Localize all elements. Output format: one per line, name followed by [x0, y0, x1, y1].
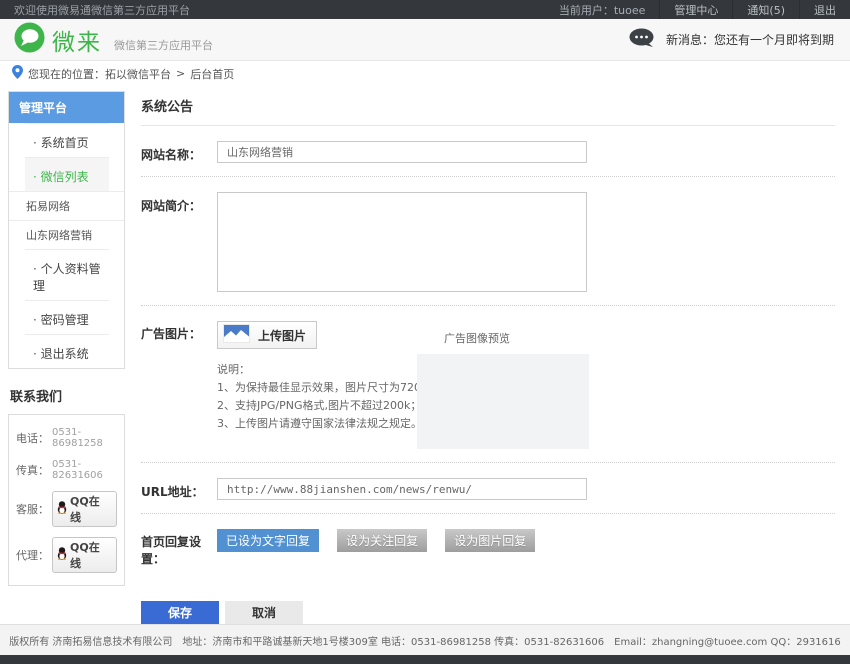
location-pin-icon — [12, 65, 23, 82]
contact-agent-row: 代理： QQ在线 — [16, 537, 117, 573]
fax-value: 0531-82631606 — [52, 459, 117, 481]
phone-label: 电话： — [16, 430, 49, 446]
service-label: 客服： — [16, 501, 49, 517]
notifications-link[interactable]: 通知(5) — [732, 0, 799, 19]
topbar: 欢迎使用微易通微信第三方应用平台 当前用户：tuoee 管理中心 通知(5) 退… — [0, 0, 850, 19]
follow-reply-button[interactable]: 设为关注回复 — [337, 529, 427, 552]
agent-label: 代理： — [16, 547, 49, 563]
sidebar-menu: 管理平台 系统首页 微信列表 拓易网络 山东网络营销 个人资料管理 密码管理 退… — [8, 91, 125, 369]
note-line: 2、支持JPG/PNG格式,图片不超过200k； — [217, 397, 417, 414]
image-reply-button[interactable]: 设为图片回复 — [445, 529, 535, 552]
contact-phone-row: 电话： 0531-86981258 — [16, 427, 117, 449]
fax-label: 传真： — [16, 462, 49, 478]
sidebar-subitem-tuoyi-network[interactable]: 拓易网络 — [9, 191, 124, 220]
breadcrumb-current[interactable]: 后台首页 — [190, 66, 234, 82]
note-line: 3、上传图片请遵守国家法律法规之规定。 — [217, 415, 417, 432]
copyright-text: 版权所有 济南拓易信息技术有限公司 地址：济南市和平路诚基新天地1号楼309室 … — [9, 633, 841, 648]
footer: 版权所有 济南拓易信息技术有限公司 地址：济南市和平路诚基新天地1号楼309室 … — [0, 624, 850, 655]
sidebar-subitem-shandong-marketing[interactable]: 山东网络营销 — [9, 220, 124, 249]
site-intro-row: 网站简介： — [141, 192, 835, 292]
ad-preview-column: 广告图像预览 — [417, 321, 589, 449]
site-name-row: 网站名称： — [141, 141, 835, 163]
sidebar-item-wechat-list[interactable]: 微信列表 — [25, 157, 109, 191]
url-row: URL地址： — [141, 478, 835, 500]
page-title: 系统公告 — [141, 96, 835, 126]
logo-text: 微来 — [52, 23, 102, 57]
qq-penguin-icon — [57, 547, 67, 563]
upload-notes: 说明： 1、为保持最佳显示效果，图片尺寸为720px*400px； 2、支持JP… — [217, 361, 417, 432]
site-intro-textarea[interactable] — [217, 192, 587, 292]
text-reply-button[interactable]: 已设为文字回复 — [217, 529, 319, 552]
ad-image-row: 广告图片： 上传图片 说明： 1、为保持最佳显示效果，图片尺寸为720px*40… — [141, 321, 835, 449]
sidebar-menu-title: 管理平台 — [9, 92, 124, 123]
contact-title: 联系我们 — [10, 386, 125, 405]
sidebar-item-profile[interactable]: 个人资料管理 — [25, 249, 109, 300]
ad-upload-column: 上传图片 说明： 1、为保持最佳显示效果，图片尺寸为720px*400px； 2… — [217, 321, 417, 449]
form-actions: 保存 取消 — [141, 601, 835, 624]
site-intro-label: 网站简介： — [141, 192, 217, 292]
breadcrumb-separator: > — [176, 67, 185, 80]
site-name-label: 网站名称： — [141, 141, 217, 163]
reply-settings-row: 首页回复设置： 已设为文字回复 设为关注回复 设为图片回复 — [141, 529, 835, 567]
ad-image-label: 广告图片： — [141, 321, 217, 449]
sidebar-item-system-home[interactable]: 系统首页 — [25, 123, 109, 157]
logo-bubble-icon — [14, 22, 45, 57]
logout-link[interactable]: 退出 — [799, 0, 850, 19]
url-input[interactable] — [217, 478, 587, 500]
reply-buttons-group: 已设为文字回复 设为关注回复 设为图片回复 — [217, 529, 548, 567]
upload-button-label: 上传图片 — [258, 327, 306, 344]
welcome-text: 欢迎使用微易通微信第三方应用平台 — [14, 2, 190, 18]
image-thumbnail-icon — [223, 324, 250, 346]
sidebar: 管理平台 系统首页 微信列表 拓易网络 山东网络营销 个人资料管理 密码管理 退… — [8, 91, 125, 586]
agent-qq-label: QQ在线 — [70, 539, 110, 571]
header: 微来 微信第三方应用平台 新消息：您还有一个月即将到期 — [0, 19, 850, 61]
site-name-input[interactable] — [217, 141, 587, 163]
message-notice-area: 新消息：您还有一个月即将到期 — [629, 28, 834, 52]
contact-fax-row: 传真： 0531-82631606 — [16, 459, 117, 481]
service-qq-label: QQ在线 — [70, 493, 110, 525]
divider — [141, 513, 835, 514]
divider — [141, 462, 835, 463]
save-button[interactable]: 保存 — [141, 601, 219, 624]
ad-preview-box — [417, 354, 589, 449]
sidebar-item-password[interactable]: 密码管理 — [25, 300, 109, 334]
logo-subtitle: 微信第三方应用平台 — [114, 37, 213, 53]
chat-bubble-icon — [629, 28, 656, 52]
phone-value: 0531-86981258 — [52, 427, 117, 449]
divider — [141, 305, 835, 306]
message-notice-text: 新消息：您还有一个月即将到期 — [666, 31, 834, 48]
url-label: URL地址： — [141, 478, 217, 500]
logo: 微来 微信第三方应用平台 — [14, 22, 213, 57]
contact-box: 电话： 0531-86981258 传真： 0531-82631606 客服： — [8, 414, 125, 586]
note-line: 1、为保持最佳显示效果，图片尺寸为720px*400px； — [217, 379, 417, 396]
cancel-button[interactable]: 取消 — [225, 601, 303, 624]
bottom-dark-bar — [0, 655, 850, 664]
notes-title: 说明： — [217, 361, 417, 378]
qq-penguin-icon — [57, 501, 67, 517]
content-area: 管理平台 系统首页 微信列表 拓易网络 山东网络营销 个人资料管理 密码管理 退… — [0, 86, 850, 624]
divider — [141, 176, 835, 177]
current-user-label: 当前用户：tuoee — [545, 0, 660, 19]
ad-preview-label: 广告图像预览 — [444, 330, 589, 346]
admin-center-link[interactable]: 管理中心 — [659, 0, 732, 19]
topbar-links: 当前用户：tuoee 管理中心 通知(5) 退出 — [545, 0, 850, 19]
reply-settings-label: 首页回复设置： — [141, 529, 217, 567]
breadcrumb-prefix: 您现在的位置：拓以微信平台 — [28, 66, 171, 82]
sidebar-item-exit[interactable]: 退出系统 — [25, 334, 109, 368]
service-qq-button[interactable]: QQ在线 — [52, 491, 117, 527]
breadcrumb: 您现在的位置：拓以微信平台 > 后台首页 — [0, 61, 850, 86]
agent-qq-button[interactable]: QQ在线 — [52, 537, 117, 573]
main-panel: 系统公告 网站名称： 网站简介： 广告图片： — [141, 86, 835, 624]
upload-image-button[interactable]: 上传图片 — [217, 321, 317, 349]
contact-service-row: 客服： QQ在线 — [16, 491, 117, 527]
